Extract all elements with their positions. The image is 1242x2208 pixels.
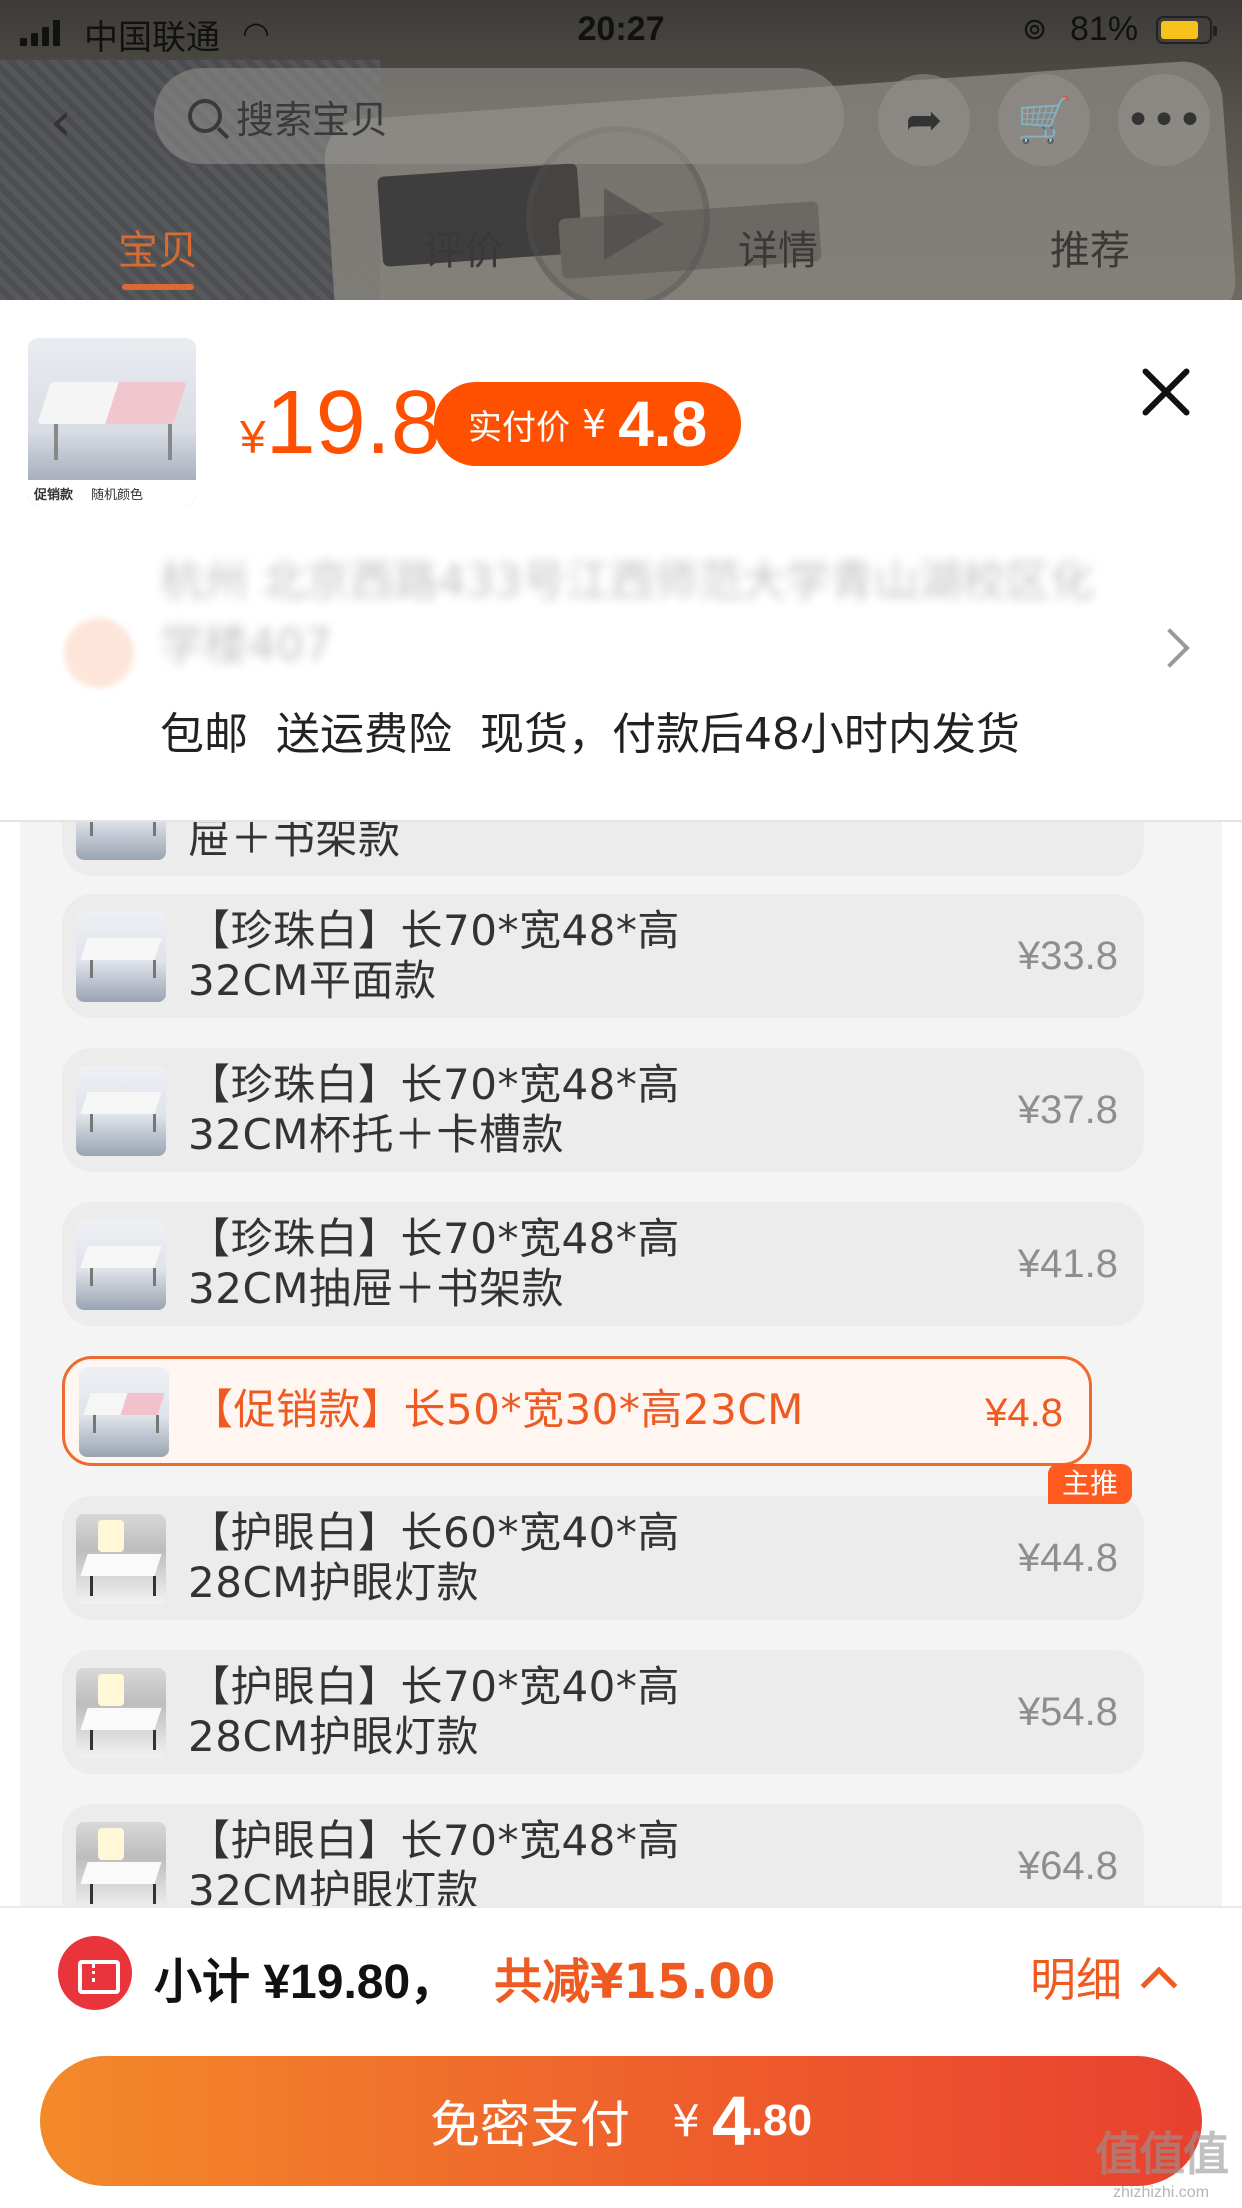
checkout-footer: 小计 ¥19.80， 共减¥15.00 明细 免密支付 ¥ 4.80 <box>0 1906 1242 2208</box>
coupon-icon <box>58 1936 132 2010</box>
variant-thumbnail <box>76 1822 166 1906</box>
share-icon: ➦ <box>905 94 943 146</box>
address-row[interactable]: 杭州 北京西路433号江西师范大学青山湖校区化学楼407 <box>0 540 1242 690</box>
variant-item[interactable]: 【珍珠白】长70*宽48*高32CM平面款 ¥33.8 <box>62 894 1144 1018</box>
status-bar: 中国联通 ◠ 20:27 ⊚ 81% <box>0 0 1242 62</box>
tab-reviews[interactable]: 评价 <box>424 218 504 276</box>
discount-label: 共减 <box>494 1954 591 2010</box>
price-detail-toggle[interactable]: 明细 <box>1030 1944 1178 2010</box>
variant-item[interactable]: 【珍珠白】长70*宽48*高32CM杯托＋卡槽款 ¥37.8 <box>62 1048 1144 1172</box>
variant-price: ¥37.8 <box>1017 1088 1118 1132</box>
chevron-up-icon <box>1140 1966 1178 2004</box>
actual-price-value: 4.8 <box>618 388 708 460</box>
total-discount: 共减¥15.00 <box>494 1942 775 2012</box>
pay-button-amount-integer: 4 <box>711 2082 751 2160</box>
actual-price-label: 实付价 <box>468 407 570 448</box>
variant-label: 【护眼白】长70*宽48*高32CM护眼灯款 <box>188 1816 680 1906</box>
variant-label: 【护眼白】长70*宽40*高28CM护眼灯款 <box>188 1662 680 1761</box>
variant-price: ¥54.8 <box>1017 1690 1118 1734</box>
variant-item[interactable]: 【护眼白】长70*宽48*高32CM护眼灯款 ¥64.8 <box>62 1804 1144 1906</box>
site-watermark: 值值值 zhizhizhi.com <box>1086 2118 1236 2202</box>
more-button[interactable]: ••• <box>1118 74 1210 166</box>
battery-icon <box>1156 16 1217 44</box>
password-free-pay-button[interactable]: 免密支付 ¥ 4.80 <box>40 2056 1202 2186</box>
battery-percent: 81% <box>1070 10 1139 48</box>
pay-button-amount-decimal: .80 <box>750 2096 813 2145</box>
watermark-logo: 值值值 <box>1095 2127 1229 2181</box>
actual-price-badge: 实付价 ¥ 4.8 <box>434 382 742 466</box>
share-button[interactable]: ➦ <box>878 74 970 166</box>
variant-item-partial[interactable]: 屉＋书架款 <box>62 822 1144 876</box>
thumb-tag-color: 随机颜色 <box>91 487 144 503</box>
shipping-address: 杭州 北京西路433号江西师范大学青山湖校区化学楼407 <box>160 556 1094 671</box>
subtotal-value: ¥19.80， <box>263 1956 459 2009</box>
variant-label: 【珍珠白】长70*宽48*高32CM杯托＋卡槽款 <box>188 1060 680 1159</box>
variant-list[interactable]: 屉＋书架款 【珍珠白】长70*宽48*高32CM平面款 ¥33.8 【珍珠白】长… <box>20 822 1222 1906</box>
chevron-right-icon <box>1150 628 1190 668</box>
variant-thumbnail <box>76 912 166 1002</box>
close-icon[interactable] <box>1136 362 1196 422</box>
variant-price: ¥64.8 <box>1017 1844 1118 1888</box>
variant-thumbnail <box>76 1668 166 1758</box>
status-time: 20:27 <box>577 10 665 48</box>
shipping-info: 包邮 送运费险 现货，付款后48小时内发货 <box>160 709 1020 760</box>
selected-sku-thumbnail[interactable]: 促销款 随机颜色 <box>28 338 196 506</box>
variant-label: 【珍珠白】长70*宽48*高32CM抽屉＋书架款 <box>188 1214 680 1313</box>
subtotal-label: 小计 <box>154 1954 251 2010</box>
pay-button-label: 免密支付 <box>429 2096 630 2154</box>
pay-button-currency: ¥ <box>671 2095 700 2147</box>
detail-label: 明细 <box>1030 1953 1122 2007</box>
variant-item[interactable]: 【护眼白】长60*宽40*高28CM护眼灯款 ¥44.8 <box>62 1496 1144 1620</box>
variant-thumbnail <box>76 822 166 860</box>
tab-recommend[interactable]: 推荐 <box>1050 218 1130 276</box>
variant-item-selected[interactable]: 【促销款】长50*宽30*高23CM ¥4.8 <box>62 1356 1092 1466</box>
variant-label: 【珍珠白】长70*宽48*高32CM平面款 <box>188 906 680 1005</box>
variant-label: 【护眼白】长60*宽40*高28CM护眼灯款 <box>188 1508 680 1607</box>
back-arrow-icon[interactable]: ‹ <box>50 90 72 153</box>
variant-thumbnail <box>76 1220 166 1310</box>
variant-thumbnail <box>76 1514 166 1604</box>
more-icon: ••• <box>1125 94 1203 146</box>
sku-sheet-header: 促销款 随机颜色 ¥19.8 实付价 ¥ 4.8 杭州 北京西路433号江西师范… <box>0 300 1242 822</box>
variant-price: ¥4.8 <box>985 1391 1063 1435</box>
list-price-value: 19.8 <box>265 373 441 473</box>
variant-thumbnail <box>79 1367 169 1457</box>
search-placeholder: 搜索宝贝 <box>236 97 389 142</box>
product-tabs: 宝贝 评价 详情 推荐 <box>0 218 1242 290</box>
tab-details[interactable]: 详情 <box>738 218 818 276</box>
variant-label: 屉＋书架款 <box>188 822 401 863</box>
actual-price-currency: ¥ <box>582 402 607 446</box>
list-price-currency: ¥ <box>240 411 266 463</box>
variant-price: ¥33.8 <box>1017 934 1118 978</box>
recommended-badge: 主推 <box>1048 1464 1133 1504</box>
variant-price: ¥44.8 <box>1017 1536 1118 1580</box>
variant-price: ¥41.8 <box>1017 1242 1118 1286</box>
cart-button[interactable]: 🛒 <box>998 74 1090 166</box>
search-icon <box>188 99 222 133</box>
watermark-site: zhizhizhi.com <box>1112 2184 1210 2201</box>
variant-item[interactable]: 【珍珠白】长70*宽48*高32CM抽屉＋书架款 ¥41.8 <box>62 1202 1144 1326</box>
variant-label: 【促销款】长50*宽30*高23CM <box>191 1385 804 1434</box>
variant-item[interactable]: 【护眼白】长70*宽40*高28CM护眼灯款 ¥54.8 <box>62 1650 1144 1774</box>
variant-thumbnail <box>76 1066 166 1156</box>
tab-baobei[interactable]: 宝贝 <box>118 218 198 290</box>
subtotal: 小计 ¥19.80， <box>154 1942 458 2012</box>
orientation-lock-icon: ⊚ <box>1022 12 1048 47</box>
product-nav-bar: ‹ 搜索宝贝 ➦ 🛒 ••• <box>0 68 1242 172</box>
search-input[interactable]: 搜索宝贝 <box>154 68 844 164</box>
thumb-tag-promo: 促销款 <box>34 487 74 503</box>
location-icon <box>64 618 134 688</box>
discount-value: ¥15.00 <box>590 1954 776 2010</box>
cart-icon: 🛒 <box>1016 95 1072 146</box>
list-price: ¥19.8 <box>240 378 441 482</box>
